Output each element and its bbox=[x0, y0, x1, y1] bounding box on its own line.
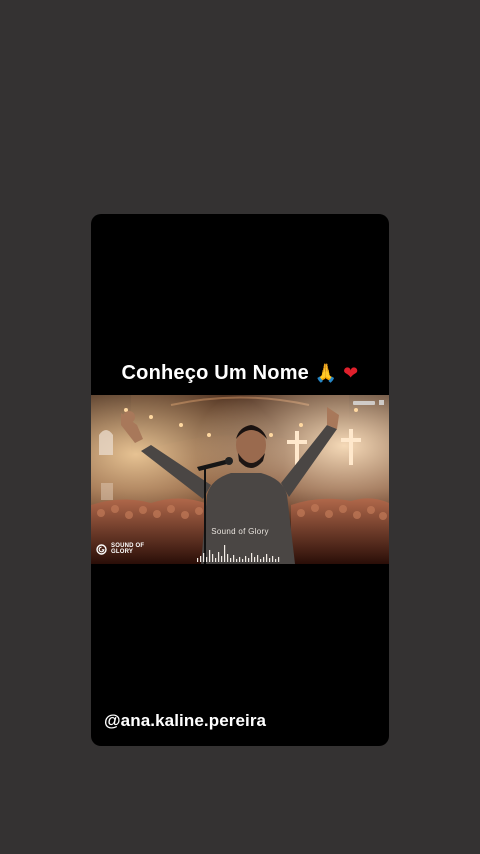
brand-wordmark: SOUND OF GLORY bbox=[111, 543, 144, 555]
overlay-square bbox=[379, 400, 384, 405]
praying-hands-icon: 🙏 bbox=[314, 363, 338, 384]
soundtrack-label: Sound of Glory bbox=[211, 527, 269, 536]
heart-icon: ❤ bbox=[343, 363, 359, 384]
audio-waveform-icon bbox=[197, 545, 280, 562]
username-mention[interactable]: @ana.kaline.pereira bbox=[104, 711, 266, 731]
video-thumbnail[interactable]: Sound of Glory SOUND OF GLORY bbox=[91, 395, 389, 564]
sound-of-glory-logo-icon bbox=[96, 544, 107, 555]
brand-line-2: GLORY bbox=[111, 549, 134, 555]
overlay-bar bbox=[353, 400, 375, 405]
story-caption: Conheço Um Nome 🙏 ❤ bbox=[0, 362, 480, 385]
top-right-overlay bbox=[353, 400, 384, 405]
worship-scene-image bbox=[91, 395, 389, 564]
caption-text: Conheço Um Nome bbox=[121, 362, 309, 384]
